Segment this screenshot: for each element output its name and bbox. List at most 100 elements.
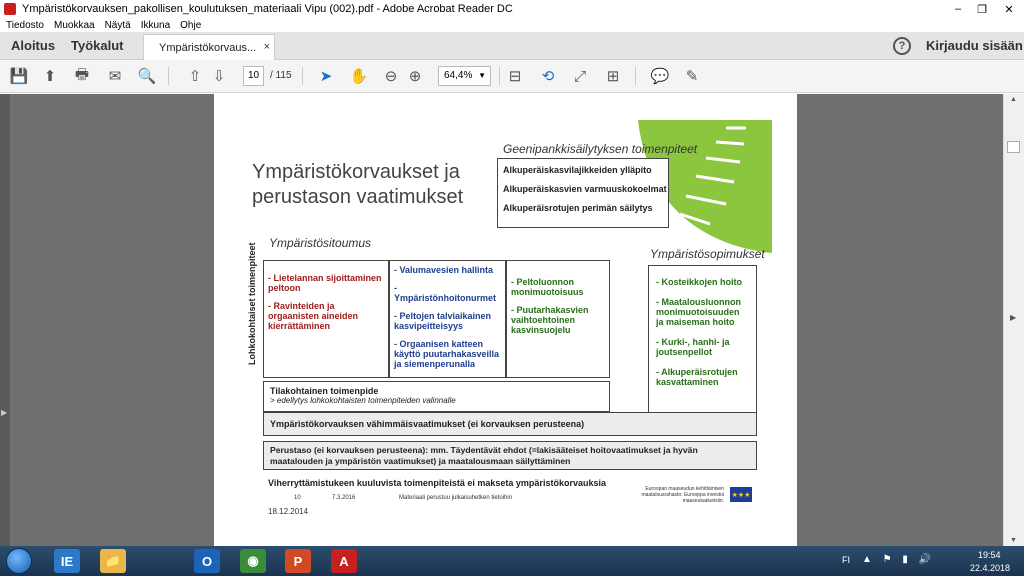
zoom-out-icon[interactable]: ⊖ bbox=[381, 66, 401, 86]
list-item: - Valumavesien hallinta bbox=[394, 265, 494, 275]
clock-date[interactable]: 22.4.2018 bbox=[970, 563, 1010, 573]
restore-button[interactable]: ❐ bbox=[970, 0, 994, 18]
scroll-mode-icon[interactable]: ⊞ bbox=[603, 66, 623, 86]
menu-help[interactable]: Ohje bbox=[180, 20, 201, 31]
close-button[interactable]: ✕ bbox=[994, 0, 1024, 18]
sopimukset-heading: Ympäristösopimukset bbox=[650, 247, 765, 261]
list-item: - Kurki-, hanhi- ja joutsenpellot bbox=[656, 337, 730, 357]
list-item: - Lietelannan sijoittaminen peltoon bbox=[268, 273, 382, 293]
fullscreen-icon[interactable]: ⤢ bbox=[570, 66, 590, 86]
gene-box: Alkuperäiskasvilajikkeiden ylläpito Alku… bbox=[497, 158, 669, 228]
footer-date-secondary: 18.12.2014 bbox=[268, 507, 309, 516]
menu-file[interactable]: Tiedosto bbox=[6, 20, 44, 31]
viherryttaminen-note: Viherryttämistukeen kuuluvista toimenpit… bbox=[268, 478, 606, 488]
list-item: - Alkuperäisrotujen kasvattaminen bbox=[656, 367, 738, 387]
rotate-icon[interactable]: ⟲ bbox=[538, 66, 558, 86]
list-item: - Peltoluonnon monimuotoisuus bbox=[511, 277, 584, 297]
window-controls: – ❐ ✕ bbox=[946, 0, 1024, 18]
scroll-down-icon[interactable]: ▼ bbox=[1010, 537, 1017, 544]
acrobat-taskbar-icon[interactable]: A bbox=[331, 549, 357, 573]
tab-home[interactable]: Aloitus bbox=[11, 38, 55, 53]
tab-close-icon[interactable]: × bbox=[264, 41, 270, 53]
ie-icon[interactable]: IE bbox=[54, 549, 80, 573]
fit-page-icon[interactable]: ⊟ bbox=[505, 66, 525, 86]
menu-edit[interactable]: Muokkaa bbox=[54, 20, 95, 31]
toolbar-divider bbox=[168, 67, 169, 85]
save-icon[interactable]: 💾 bbox=[9, 66, 29, 86]
zoom-in-icon[interactable]: ⊕ bbox=[405, 66, 425, 86]
upload-icon[interactable]: ⬆ bbox=[40, 66, 60, 86]
gene-heading: Geenipankkisäilytyksen toimenpiteet bbox=[503, 142, 698, 156]
column-box-red: - Lietelannan sijoittaminen peltoon - Ra… bbox=[263, 260, 389, 378]
toolbar-divider bbox=[302, 67, 303, 85]
system-tray-icons[interactable]: ▲ ⚑ ▮ 🔊 bbox=[862, 554, 935, 565]
tab-tools[interactable]: Työkalut bbox=[71, 38, 124, 53]
page-total: / 115 bbox=[270, 70, 292, 81]
column-box-blue: - Valumavesien hallinta - Ympäristönhoit… bbox=[389, 260, 506, 378]
comment-icon[interactable]: 💬 bbox=[650, 66, 670, 86]
vertical-scrollbar[interactable]: ▲ ▶ ▼ bbox=[1003, 94, 1024, 546]
scrollbar-thumb[interactable] bbox=[1007, 141, 1020, 153]
menu-view[interactable]: Näytä bbox=[105, 20, 131, 31]
help-icon[interactable]: ? bbox=[893, 37, 911, 55]
list-item: - Peltojen talviaikainen kasvipeitteisyy… bbox=[394, 311, 492, 331]
menu-bar: Tiedosto Muokkaa Näytä Ikkuna Ohje bbox=[0, 18, 1024, 32]
select-cursor-icon[interactable]: ➤ bbox=[316, 66, 336, 86]
powerpoint-icon[interactable]: P bbox=[285, 549, 311, 573]
clock-time[interactable]: 19:54 bbox=[978, 550, 1001, 560]
footer-date: 7.3.2016 bbox=[332, 495, 356, 501]
list-item: - Orgaanisen katteen käyttö puutarhakasv… bbox=[394, 339, 500, 369]
page-number-input[interactable]: 10 bbox=[243, 66, 264, 86]
footer-page-number: 10 bbox=[294, 495, 301, 501]
slide-title: Ympäristökorvaukset ja perustason vaatim… bbox=[252, 161, 464, 208]
minimize-button[interactable]: – bbox=[946, 0, 970, 18]
sitoumus-heading: Ympäristösitoumus bbox=[269, 236, 372, 250]
gene-item: Alkuperäisrotujen perimän säilytys bbox=[503, 203, 653, 213]
zoom-select[interactable]: 64,4% ▼ bbox=[438, 66, 491, 86]
toolbar-divider bbox=[499, 67, 500, 85]
pdf-page: Ympäristökorvaukset ja perustason vaatim… bbox=[214, 94, 797, 546]
hand-tool-icon[interactable]: ✋ bbox=[349, 66, 369, 86]
scroll-up-icon[interactable]: ▲ bbox=[1010, 96, 1017, 103]
chevron-down-icon: ▼ bbox=[478, 71, 486, 80]
footer-note: Materiaali perustuu julkaisuhetken tieto… bbox=[399, 495, 513, 501]
left-panel-toggle[interactable]: ▶ bbox=[0, 94, 10, 546]
list-item: - Ravinteiden ja orgaanisten aineiden ki… bbox=[268, 301, 359, 331]
signin-link[interactable]: Kirjaudu sisään bbox=[926, 38, 1023, 53]
gene-item: Alkuperäiskasvien varmuuskokoelmat bbox=[503, 184, 667, 194]
eu-flag-icon: ★★★ bbox=[730, 487, 752, 502]
tila-subtitle: > edellytys lohkokohtaisten toimenpiteid… bbox=[270, 396, 456, 405]
sign-pen-icon[interactable]: ✎ bbox=[682, 66, 702, 86]
tila-title: Tilakohtainen toimenpide bbox=[270, 386, 379, 396]
next-page-icon[interactable]: ⇩ bbox=[209, 66, 229, 86]
vahimmaisvaatimukset-box: Ympäristökorvauksen vähimmäisvaatimukset… bbox=[263, 412, 757, 436]
language-indicator[interactable]: FI bbox=[842, 555, 850, 565]
folder-icon[interactable]: 📁 bbox=[100, 549, 126, 573]
print-icon[interactable]: 🖶 bbox=[72, 66, 92, 86]
start-button[interactable] bbox=[6, 548, 32, 574]
email-icon[interactable]: ✉ bbox=[105, 66, 125, 86]
acrobat-window: Ympäristökorvauksen_pakollisen_koulutuks… bbox=[0, 0, 1024, 576]
tab-document-label: Ympäristökorvaus... bbox=[159, 42, 257, 54]
column-box-green: - Peltoluonnon monimuotoisuus - Puutarha… bbox=[506, 260, 610, 378]
title-bar: Ympäristökorvauksen_pakollisen_koulutuks… bbox=[0, 0, 1024, 18]
menu-window[interactable]: Ikkuna bbox=[141, 20, 170, 31]
prev-page-icon[interactable]: ⇧ bbox=[185, 66, 205, 86]
search-icon[interactable]: 🔍 bbox=[137, 66, 157, 86]
tab-document[interactable]: Ympäristökorvaus... × bbox=[143, 34, 275, 60]
chrome-icon[interactable]: ◉ bbox=[240, 549, 266, 573]
chevron-right-icon: ▶ bbox=[1, 408, 8, 417]
list-item: - Kosteikkojen hoito bbox=[656, 277, 743, 287]
toolbar: 💾 ⬆ 🖶 ✉ 🔍 ⇧ ⇩ ➤ ✋ ⊖ ⊕ ⊟ ⟲ ⤢ ⊞ 💬 ✎ bbox=[0, 60, 1024, 93]
sopimukset-box: - Kosteikkojen hoito - Maatalousluonnon … bbox=[648, 265, 757, 415]
tab-bar: Aloitus Työkalut Ympäristökorvaus... × bbox=[0, 32, 1024, 60]
acrobat-app-icon bbox=[4, 3, 16, 15]
window-title: Ympäristökorvauksen_pakollisen_koulutuks… bbox=[22, 3, 513, 15]
list-item: - Ympäristönhoitonurmet bbox=[394, 283, 497, 303]
perustaso-box: Perustaso (ei korvauksen perusteena): mm… bbox=[263, 441, 757, 470]
toolbar-divider bbox=[635, 67, 636, 85]
chevron-right-icon[interactable]: ▶ bbox=[1010, 313, 1016, 322]
list-item: - Maatalousluonnon monimuotoisuuden ja m… bbox=[656, 297, 741, 327]
outlook-icon[interactable]: O bbox=[194, 549, 220, 573]
eu-fund-text: Euroopan maaseudun kehittämisen maatalou… bbox=[641, 486, 724, 504]
